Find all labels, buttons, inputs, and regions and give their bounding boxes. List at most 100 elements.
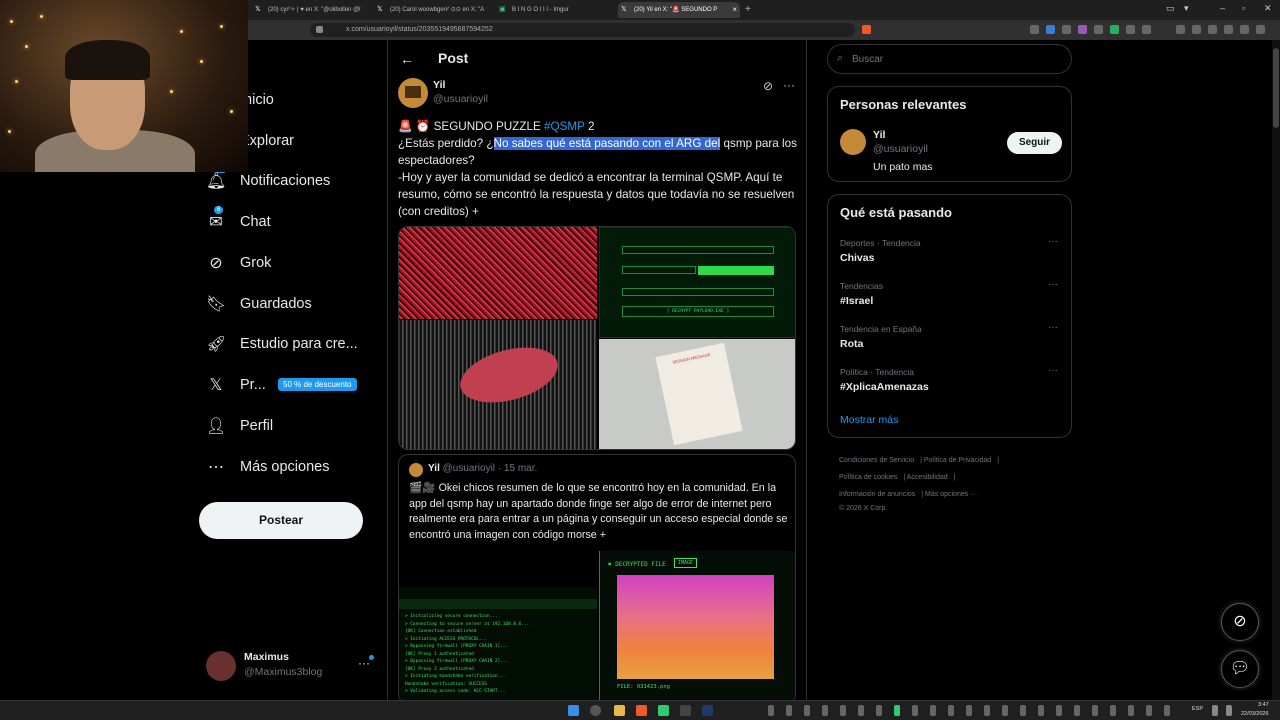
tab-search-icon[interactable]: ▭ <box>1166 3 1175 14</box>
tray-icon[interactable] <box>930 705 936 716</box>
media-image[interactable] <box>399 227 597 319</box>
tray-icon[interactable] <box>912 705 918 716</box>
tray-icon[interactable] <box>786 705 792 716</box>
grok-icon[interactable]: ⊘ <box>763 79 773 93</box>
tray-icon[interactable] <box>1110 705 1116 716</box>
browser-tab[interactable]: 𝕏 (20) cyr²✧ | ♥ en X: "@olibollen @l <box>252 2 372 18</box>
trend-item[interactable]: Deportes · Tendencia Chivas ··· <box>840 236 1060 276</box>
extension-icon[interactable] <box>1240 25 1249 34</box>
tray-icon[interactable] <box>1038 705 1044 716</box>
download-icon[interactable] <box>1176 25 1185 34</box>
author-name[interactable]: Yil <box>433 79 445 91</box>
app-icon[interactable] <box>658 705 669 716</box>
close-window-icon[interactable]: ✕ <box>1264 3 1272 14</box>
media-image[interactable]: ✖ DECRYPTED FILE IMAGE FILE: 031423.png <box>599 551 795 700</box>
extension-icon[interactable] <box>1110 25 1119 34</box>
volume-icon[interactable] <box>1226 705 1232 716</box>
extension-icon[interactable] <box>1094 25 1103 34</box>
extension-icon[interactable] <box>1126 25 1135 34</box>
close-tab-icon[interactable]: × <box>732 2 737 18</box>
nav-item-more[interactable]: ⋯ Más opciones <box>200 453 380 483</box>
clock-time[interactable]: 3:47 <box>1258 702 1269 708</box>
maximize-icon[interactable]: ▫ <box>1242 3 1245 13</box>
post-button[interactable]: Postear <box>199 502 363 539</box>
account-switcher[interactable]: Maximus @Maximus3blog ··· <box>206 650 381 684</box>
tray-icon[interactable] <box>804 705 810 716</box>
url-field[interactable]: x.com/usuarioyil/status/2035519495687594… <box>310 23 855 37</box>
author-handle[interactable]: @usuarioyil <box>433 93 488 105</box>
tray-icon[interactable] <box>1002 705 1008 716</box>
tray-icon[interactable] <box>840 705 846 716</box>
nav-item-grok[interactable]: ⊘ Grok <box>200 249 380 279</box>
extension-icon[interactable] <box>1046 25 1055 34</box>
hashtag-link[interactable]: #QSMP <box>544 120 585 133</box>
follow-button[interactable]: Seguir <box>1007 132 1062 154</box>
show-more-link[interactable]: Mostrar más <box>840 414 898 426</box>
tray-icon[interactable] <box>894 705 900 716</box>
profile-icon[interactable]: ▾ <box>1184 3 1189 14</box>
grok-fab[interactable]: ⊘ <box>1221 603 1259 641</box>
minimize-icon[interactable]: – <box>1220 3 1225 13</box>
nav-item-bookmarks[interactable]: 🔖︎ Guardados <box>200 290 380 320</box>
nav-item-premium[interactable]: 𝕏 Pr... 50 % de descuento <box>200 371 380 401</box>
avatar[interactable] <box>398 78 428 108</box>
trend-item[interactable]: Tendencia en España Rota ··· <box>840 322 1060 362</box>
browser-tab-active[interactable]: 𝕏 (20) Yil en X: "🚨 SEGUNDO P × <box>618 2 740 18</box>
extension-icon[interactable] <box>1224 25 1233 34</box>
tray-icon[interactable] <box>966 705 972 716</box>
messages-fab[interactable]: 💬︎ <box>1221 650 1259 688</box>
media-image[interactable]: [ DECRYPT PAYLOAD.EXE ] <box>599 227 795 338</box>
start-icon[interactable] <box>568 705 579 716</box>
tray-icon[interactable] <box>984 705 990 716</box>
wifi-icon[interactable] <box>1212 705 1218 716</box>
tray-icon[interactable] <box>858 705 864 716</box>
avatar[interactable] <box>840 129 866 155</box>
nav-item-chat[interactable]: ✉ 6 Chat <box>200 206 380 238</box>
trend-item[interactable]: Tendencias #Israel ··· <box>840 279 1060 319</box>
language-indicator[interactable]: ESP <box>1192 706 1203 712</box>
clock-date[interactable]: 22/03/2026 <box>1241 711 1269 717</box>
more-icon[interactable]: ··· <box>783 78 795 92</box>
tray-icon[interactable] <box>1056 705 1062 716</box>
extension-icon[interactable] <box>1062 25 1071 34</box>
search-input[interactable]: ⌕ Buscar <box>827 44 1072 74</box>
avatar <box>206 651 236 681</box>
media-image[interactable]: > Initializing secure connection... > Co… <box>399 587 597 700</box>
media-image[interactable]: SESSION MESSAGE <box>599 339 795 449</box>
folder-icon[interactable] <box>614 705 625 716</box>
tray-icon[interactable] <box>948 705 954 716</box>
tray-icon[interactable] <box>1164 705 1170 716</box>
tray-icon[interactable] <box>1020 705 1026 716</box>
browser-tab[interactable]: 𝕏 (20) Carol woowbgen² ⊙⊙ en X: "A <box>374 2 494 18</box>
media-image[interactable] <box>399 320 597 449</box>
tray-icon[interactable] <box>1074 705 1080 716</box>
tray-icon[interactable] <box>876 705 882 716</box>
back-arrow-icon[interactable]: ← <box>400 51 414 67</box>
tray-icon[interactable] <box>768 705 774 716</box>
quoted-post[interactable]: Yil @usuarioyil · 15 mar. 🎬🎥 Okei chicos… <box>398 454 796 700</box>
extension-icon[interactable] <box>1142 25 1151 34</box>
bookmark-icon[interactable] <box>316 26 323 33</box>
sidebar-icon[interactable] <box>1192 25 1201 34</box>
nav-item-profile[interactable]: 👤︎ Perfil <box>200 412 380 442</box>
post-media-grid[interactable]: [ DECRYPT PAYLOAD.EXE ] SESSION MESSAGE <box>398 226 796 450</box>
tray-icon[interactable] <box>1092 705 1098 716</box>
tray-icon[interactable] <box>1128 705 1134 716</box>
mail-icon: ✉ <box>209 214 223 231</box>
nav-item-creator-studio[interactable]: 🚀︎ Estudio para cre... <box>200 330 380 360</box>
scrollbar[interactable] <box>1272 40 1280 700</box>
trend-item[interactable]: Política · Tendencia #XplicaAmenazas ··· <box>840 365 1060 405</box>
tray-icon[interactable] <box>1146 705 1152 716</box>
search-icon[interactable] <box>590 705 601 716</box>
brave-icon[interactable] <box>636 705 647 716</box>
extension-icon[interactable] <box>1078 25 1087 34</box>
new-tab-button[interactable]: + <box>742 2 756 18</box>
wallet-icon[interactable] <box>1208 25 1217 34</box>
brave-shield-icon[interactable] <box>862 25 871 34</box>
browser-tab[interactable]: ▣ B I N G O I I I - Imgur <box>496 2 616 18</box>
app-icon[interactable] <box>680 705 691 716</box>
tray-icon[interactable] <box>822 705 828 716</box>
photoshop-icon[interactable] <box>702 705 713 716</box>
menu-icon[interactable] <box>1256 25 1265 34</box>
extension-icon[interactable] <box>1030 25 1039 34</box>
